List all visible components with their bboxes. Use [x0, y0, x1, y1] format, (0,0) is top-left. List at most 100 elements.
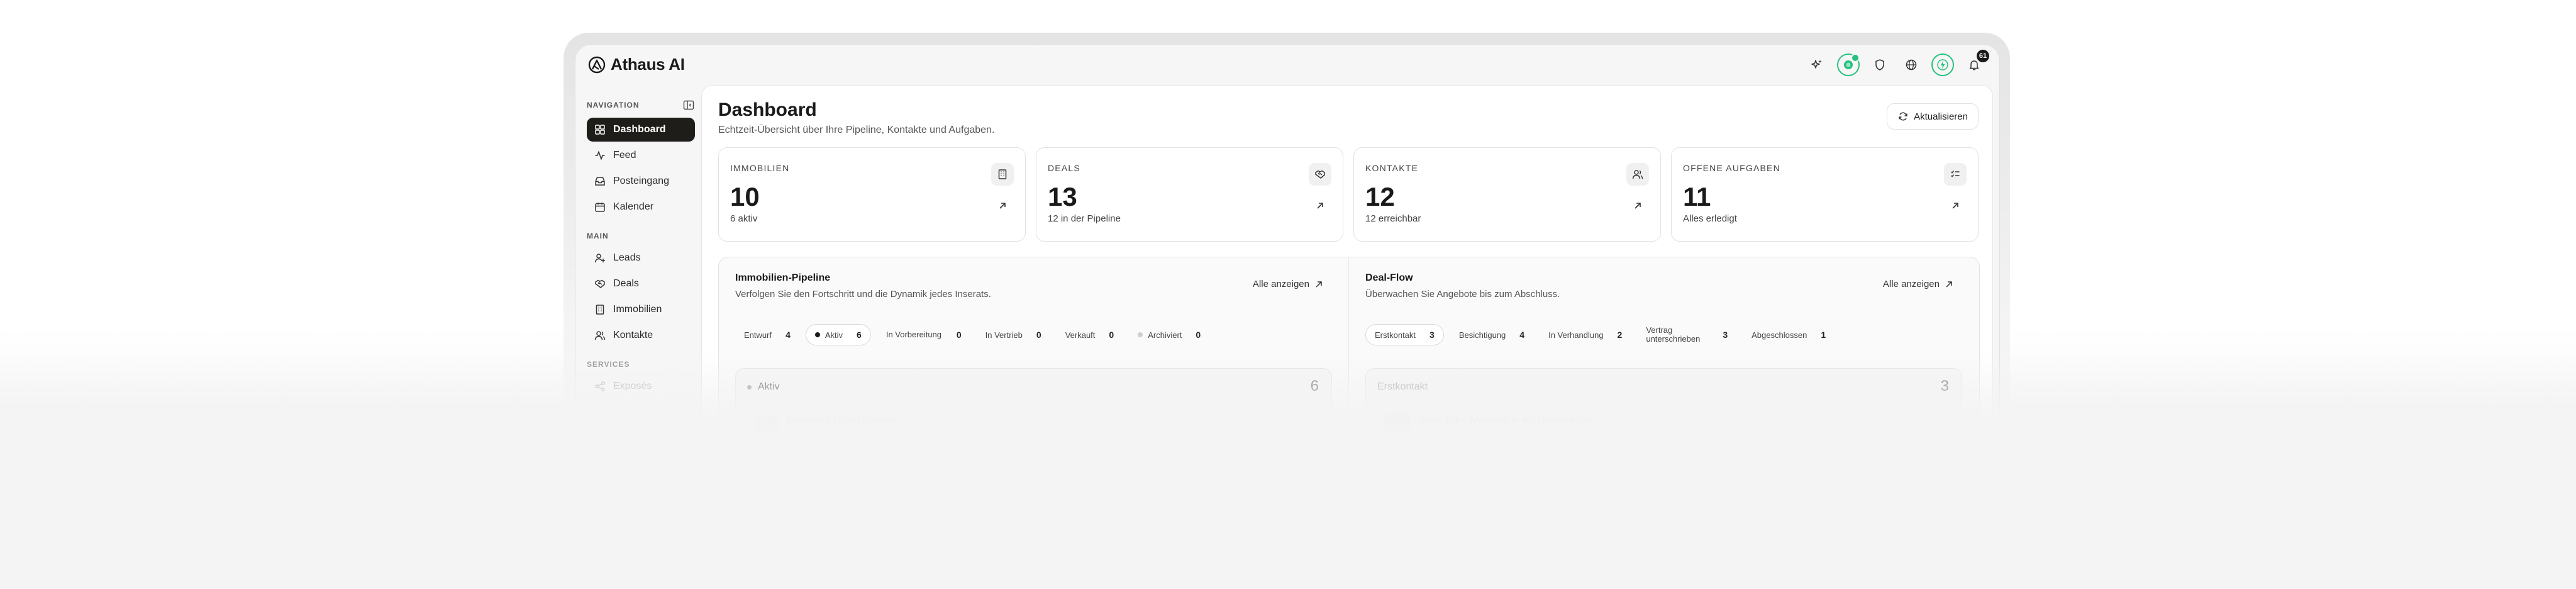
stat-card-kontakte[interactable]: KONTAKTE 12 12 erreichbar: [1353, 147, 1661, 242]
shield-button[interactable]: [1868, 53, 1891, 76]
sidebar-item-feed[interactable]: Feed: [587, 143, 695, 167]
filter-count: 0: [1196, 330, 1201, 340]
building-icon: [596, 305, 604, 315]
handshake-icon: [595, 279, 605, 288]
filter-in-vorbereitung[interactable]: In Vorbereitung 0: [877, 324, 970, 345]
section-title: Immobilien-Pipeline: [735, 272, 831, 283]
status-filters: Entwurf 4 Aktiv 6 In Vorbereitung 0 In Vert…: [735, 324, 1332, 345]
filter-label: In Vertrieb: [985, 330, 1023, 340]
sidebar-item-posteingang[interactable]: Posteingang: [587, 169, 695, 193]
filter-count: 6: [857, 330, 862, 340]
arrow-up-right-icon[interactable]: [997, 201, 1008, 211]
filter-in-vertrieb[interactable]: In Vertrieb 0: [977, 324, 1050, 345]
filter-label: Aktiv: [824, 330, 843, 340]
deal-thumbnail: [1384, 413, 1411, 436]
page-subtitle: Echtzeit-Übersicht über Ihre Pipeline, K…: [718, 125, 995, 135]
show-all-link[interactable]: Alle anzeigen: [1253, 279, 1323, 289]
refresh-label: Aktualisieren: [1914, 111, 1968, 122]
filter-count: 0: [1036, 330, 1041, 340]
filter-label: Erstkontakt: [1375, 330, 1416, 340]
arrow-up-right-icon: [1946, 281, 1952, 288]
handshake-icon: [1315, 170, 1325, 179]
sparkles-button[interactable]: [1806, 53, 1828, 76]
section-title: Deal-Flow: [1365, 272, 1413, 283]
list-item[interactable]: Wohnung in der Lessestraße Pihe Kunden: [1375, 446, 1953, 480]
filter-aktiv[interactable]: Aktiv 6: [805, 324, 871, 345]
filter-count: 3: [1430, 330, 1435, 340]
sidebar-item-immobilien[interactable]: Immobilien: [587, 298, 695, 322]
list-item[interactable]: Gemütliche Wohnung in der Donaustraße Da…: [1375, 408, 1953, 442]
filter-label: Abgeschlossen: [1752, 330, 1807, 340]
filter-abgeschlossen[interactable]: Abgeschlossen 1: [1743, 324, 1835, 345]
online-indicator: [1851, 53, 1860, 62]
top-bar: Athaus AI 61: [575, 45, 1999, 85]
show-all-link[interactable]: Alle anzeigen: [1883, 279, 1953, 289]
sidebar-item-label: Deals: [613, 278, 639, 289]
lightning-icon: [1937, 59, 1948, 70]
filter-archiviert[interactable]: Archiviert 0: [1129, 324, 1209, 345]
immobilien-pipeline: Immobilien-Pipeline Verfolgen Sie den Fo…: [719, 257, 1349, 485]
filter-besichtigung[interactable]: Besichtigung 4: [1450, 324, 1533, 345]
arrow-up-right-icon[interactable]: [1315, 201, 1325, 211]
filter-vertrag-unterschrieben[interactable]: Vertrag unterschrieben 3: [1637, 324, 1736, 345]
notifications-button[interactable]: 61: [1963, 50, 1989, 76]
item-subtitle: Schillerkiez Area, Berlin, 10: [787, 426, 879, 435]
stat-card-aufgaben[interactable]: OFFENE AUFGABEN 11 Alles erledigt: [1671, 147, 1979, 242]
item-title: Wohnung in der Lessestraße: [1418, 452, 1540, 463]
sidebar-item-kalender[interactable]: Kalender: [587, 195, 695, 219]
property-thumbnail: [754, 454, 779, 471]
sidebar-toggle-icon[interactable]: [682, 99, 695, 111]
filter-verkauft[interactable]: Verkauft 0: [1057, 324, 1123, 345]
refresh-button[interactable]: Aktualisieren: [1887, 103, 1979, 130]
stat-subtext: 12 in der Pipeline: [1048, 213, 1121, 224]
stat-value: 13: [1048, 182, 1077, 211]
stat-icon-box: [1309, 163, 1331, 186]
app-name: Athaus AI: [611, 55, 685, 74]
inbox-icon: [595, 177, 605, 186]
lane-title: Erstkontakt: [1377, 381, 1428, 392]
stat-card-immobilien[interactable]: IMMOBILIEN 10 6 aktiv: [718, 147, 1026, 242]
stat-label: DEALS: [1048, 163, 1080, 173]
arrow-up-right-icon[interactable]: [1633, 201, 1643, 211]
filter-label: Archiviert: [1148, 330, 1182, 340]
logo[interactable]: Athaus AI: [588, 55, 685, 74]
power-button[interactable]: [1931, 53, 1954, 76]
athaus-logo-icon: [588, 56, 606, 73]
main-content: Dashboard Echtzeit-Übersicht über Ihre P…: [701, 85, 1993, 485]
filter-label: Besichtigung: [1458, 330, 1506, 340]
lane-title: Aktiv: [758, 381, 780, 392]
language-button[interactable]: [1900, 53, 1923, 76]
arrow-up-right-icon[interactable]: [1950, 201, 1960, 211]
sidebar-item-label: Kalender: [613, 201, 654, 212]
sidebar-item-leads[interactable]: Leads: [587, 246, 695, 270]
pipeline-panel: Immobilien-Pipeline Verfolgen Sie den Fo…: [718, 257, 1980, 485]
stat-card-deals[interactable]: DEALS 13 12 in der Pipeline: [1036, 147, 1343, 242]
list-item[interactable]: Familienwohnung im ruhigen Stadtteil Dah…: [745, 446, 1323, 480]
sidebar-item-label: Exposés: [613, 381, 652, 391]
sidebar-item-dashboard[interactable]: Dashboard: [587, 118, 695, 142]
list-item[interactable]: Innenstadt Leben in Berlin Schillerkiez …: [745, 408, 1323, 442]
lane-count: 3: [1940, 378, 1949, 395]
filter-entwurf[interactable]: Entwurf 4: [735, 324, 799, 345]
sidebar-item-deals[interactable]: Deals: [587, 272, 695, 296]
section-subtitle: Überwachen Sie Angebote bis zum Abschlus…: [1365, 289, 1560, 300]
filter-count: 3: [1723, 330, 1728, 340]
filter-label: Verkauft: [1065, 330, 1096, 340]
users-icon: [594, 331, 606, 340]
deal-flow: Deal-Flow Überwachen Sie Angebote bis zu…: [1349, 257, 1979, 485]
stat-label: OFFENE AUFGABEN: [1683, 163, 1780, 173]
section-subtitle: Verfolgen Sie den Fortschritt und die Dy…: [735, 289, 991, 300]
sidebar-item-label: Dashboard: [613, 124, 666, 135]
status-button[interactable]: [1837, 53, 1860, 76]
refresh-icon: [1899, 112, 1907, 121]
filter-in-verhandlung[interactable]: In Verhandlung 2: [1540, 324, 1631, 345]
stage-filters: Erstkontakt 3 Besichtigung 4 In Verhandlun…: [1365, 324, 1962, 345]
sidebar-item-label: Posteingang: [613, 176, 669, 186]
deal-thumbnail: [1384, 451, 1411, 474]
share-icon: [595, 381, 605, 391]
filter-erstkontakt[interactable]: Erstkontakt 3: [1365, 324, 1444, 345]
item-title: Innenstadt Leben in Berlin: [787, 414, 897, 425]
sidebar-item-kontakte[interactable]: Kontakte: [587, 323, 695, 347]
sidebar-item-exposes[interactable]: Exposés: [587, 374, 695, 398]
status-dot: [814, 332, 820, 337]
